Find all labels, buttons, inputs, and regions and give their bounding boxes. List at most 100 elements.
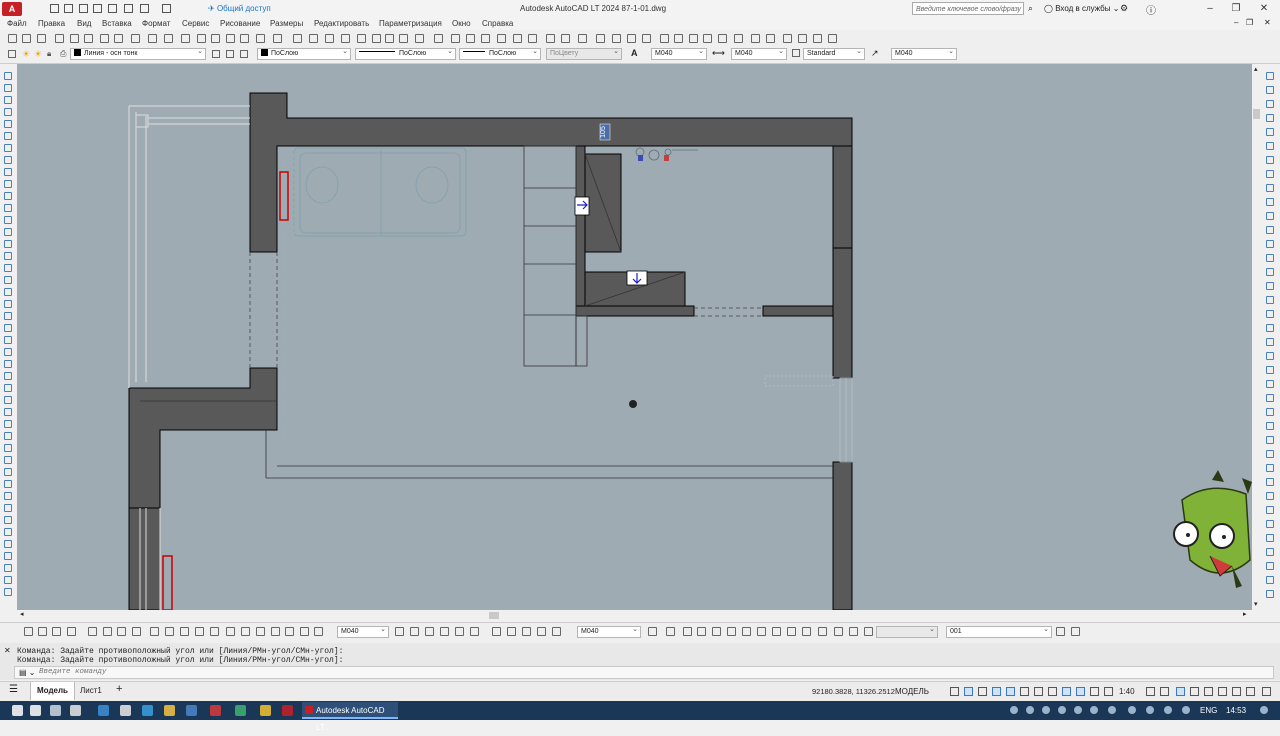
toolbar-tool-26-icon[interactable] <box>399 34 408 43</box>
modify-tool-6-icon[interactable] <box>1266 142 1274 150</box>
status-toggle-14-icon[interactable] <box>1160 687 1169 696</box>
language-indicator[interactable]: ENG <box>1200 701 1217 720</box>
toolbar-tool-35-icon[interactable] <box>546 34 555 43</box>
status-toggle-13-icon[interactable] <box>1146 687 1155 696</box>
vertical-scrollbar[interactable]: ▴ ▾ <box>1252 64 1262 610</box>
dim-tool-40-icon[interactable] <box>772 627 781 636</box>
draw-tool-27-icon[interactable] <box>4 384 12 392</box>
toolbar-tool-21-icon[interactable] <box>325 34 334 43</box>
draw-tool-35-icon[interactable] <box>4 480 12 488</box>
modify-tool-15-icon[interactable] <box>1266 268 1274 276</box>
status-toggle-16-icon[interactable] <box>1190 687 1199 696</box>
color-combo[interactable]: ПоСлою <box>257 47 351 60</box>
layer-combo[interactable]: Линия - осн тонк <box>70 47 206 60</box>
draw-tool-11-icon[interactable] <box>4 192 12 200</box>
toolbar-tool-11-icon[interactable] <box>164 34 173 43</box>
tab-layout1[interactable]: Лист1 <box>74 682 108 700</box>
draw-tool-1-icon[interactable] <box>4 72 12 80</box>
tray-7-icon[interactable] <box>1108 706 1116 714</box>
toolbar-tool-5-icon[interactable] <box>70 34 79 43</box>
print-icon[interactable] <box>108 4 117 13</box>
taskbar-pin-1-icon[interactable] <box>12 705 23 716</box>
dim-tool-44-icon[interactable] <box>834 627 843 636</box>
draw-tool-44-icon[interactable] <box>4 588 12 596</box>
modify-tool-8-icon[interactable] <box>1266 170 1274 178</box>
dim-tool-26-icon[interactable] <box>470 627 479 636</box>
toolbar-tool-9-icon[interactable] <box>131 34 140 43</box>
status-toggle-4-icon[interactable] <box>992 687 1001 696</box>
scroll-left-icon[interactable]: ◂ <box>20 610 24 618</box>
command-input[interactable]: ▤ ⌄ Введите команду <box>14 666 1274 679</box>
toolbar-tool-44-icon[interactable] <box>689 34 698 43</box>
toolbar-tool-53-icon[interactable] <box>828 34 837 43</box>
taskbar-pin-2-icon[interactable] <box>30 705 41 716</box>
help-icon[interactable]: ⓘ <box>1146 2 1156 17</box>
menu-insert[interactable]: Вставка <box>102 18 132 30</box>
doc-restore-button[interactable]: ❐ <box>1246 18 1253 27</box>
new-file-icon[interactable] <box>50 4 59 13</box>
dim-tool-30-icon[interactable] <box>537 627 546 636</box>
horizontal-scroll-thumb[interactable] <box>489 612 499 619</box>
toolbar-tool-1-icon[interactable] <box>8 34 17 43</box>
dim-tool-17-icon[interactable] <box>271 627 280 636</box>
status-toggle-3-icon[interactable] <box>978 687 987 696</box>
taskbar-autocad-app[interactable]: Autodesk AutoCAD LT... <box>302 702 398 732</box>
dim-tool-20-icon[interactable] <box>314 627 323 636</box>
lock-icon[interactable]: 🔒︎ <box>47 49 51 59</box>
taskbar-pin-7-icon[interactable] <box>142 705 153 716</box>
toolbar-tool-34-icon[interactable] <box>528 34 537 43</box>
text-style-combo[interactable]: M040 <box>651 47 707 60</box>
toolbar-tool-18-icon[interactable] <box>273 34 282 43</box>
modify-tool-31-icon[interactable] <box>1266 492 1274 500</box>
toolbar-tool-39-icon[interactable] <box>612 34 621 43</box>
dim-tool-35-icon[interactable] <box>697 627 706 636</box>
dim-tool-25-icon[interactable] <box>455 627 464 636</box>
dim-tool-15-icon[interactable] <box>241 627 250 636</box>
toolbar-tool-20-icon[interactable] <box>309 34 318 43</box>
dim-tool-13-icon[interactable] <box>210 627 219 636</box>
model-space-toggle[interactable]: МОДЕЛЬ <box>895 687 929 696</box>
dim-tool-28-icon[interactable] <box>507 627 516 636</box>
mleader-style-icon[interactable]: ↗ <box>871 48 879 59</box>
menu-file[interactable]: Файл <box>7 18 27 30</box>
plot-layer-icon[interactable]: ⎙ <box>60 49 66 59</box>
modify-tool-28-icon[interactable] <box>1266 450 1274 458</box>
draw-tool-30-icon[interactable] <box>4 420 12 428</box>
draw-tool-22-icon[interactable] <box>4 324 12 332</box>
menu-dimension[interactable]: Размеры <box>270 18 303 30</box>
menu-view[interactable]: Вид <box>77 18 91 30</box>
mleader-style-combo[interactable]: M040 <box>891 47 957 60</box>
draw-tool-43-icon[interactable] <box>4 576 12 584</box>
modify-tool-23-icon[interactable] <box>1266 380 1274 388</box>
modify-tool-20-icon[interactable] <box>1266 338 1274 346</box>
autodesk-app-icon[interactable]: ⚙ <box>1120 3 1128 14</box>
plotstyle-combo[interactable]: ПоЦвету <box>546 47 622 60</box>
draw-tool-3-icon[interactable] <box>4 96 12 104</box>
menu-icon[interactable]: ☰ <box>9 684 18 695</box>
draw-tool-36-icon[interactable] <box>4 492 12 500</box>
status-toggle-12-icon[interactable] <box>1104 687 1113 696</box>
toolbar-tool-2-icon[interactable] <box>22 34 31 43</box>
menu-parametric[interactable]: Параметризация <box>379 18 442 30</box>
modify-tool-10-icon[interactable] <box>1266 198 1274 206</box>
dim-tool-31-icon[interactable] <box>552 627 561 636</box>
status-toggle-5-icon[interactable] <box>1006 687 1015 696</box>
dim-tool-27-icon[interactable] <box>492 627 501 636</box>
status-toggle-7-icon[interactable] <box>1034 687 1043 696</box>
draw-tool-24-icon[interactable] <box>4 348 12 356</box>
modify-tool-34-icon[interactable] <box>1266 534 1274 542</box>
taskbar-pin-5-icon[interactable] <box>98 705 109 716</box>
dim-combo[interactable]: M040 <box>337 625 389 638</box>
draw-tool-17-icon[interactable] <box>4 264 12 272</box>
dim-tool-3-icon[interactable] <box>52 627 61 636</box>
menu-window[interactable]: Окно <box>452 18 471 30</box>
dim-tool-16-icon[interactable] <box>256 627 265 636</box>
dim-tool-11-icon[interactable] <box>180 627 189 636</box>
draw-tool-31-icon[interactable] <box>4 432 12 440</box>
modify-tool-12-icon[interactable] <box>1266 226 1274 234</box>
modify-tool-25-icon[interactable] <box>1266 408 1274 416</box>
draw-tool-33-icon[interactable] <box>4 456 12 464</box>
table-style-icon[interactable] <box>792 49 800 57</box>
toolbar-tool-36-icon[interactable] <box>561 34 570 43</box>
toolbar-tool-4-icon[interactable] <box>55 34 64 43</box>
